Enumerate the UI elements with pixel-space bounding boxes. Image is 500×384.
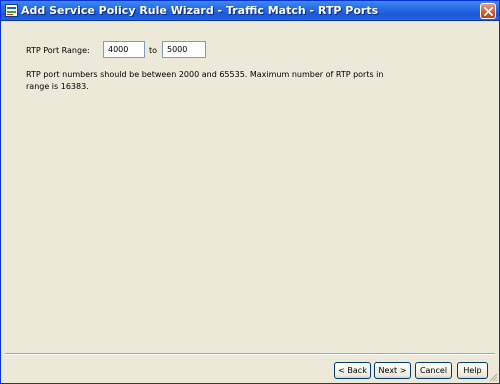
button-divider [5,353,495,355]
close-icon [484,7,493,16]
next-button[interactable]: Next > [374,362,411,379]
wizard-window: Add Service Policy Rule Wizard - Traffic… [0,0,500,384]
app-icon [5,4,18,17]
rtp-start-port-input[interactable]: 4000 [103,41,145,58]
back-button[interactable]: < Back [334,362,371,379]
rtp-range-info-text: RTP port numbers should be between 2000 … [26,70,384,91]
rtp-end-port-input[interactable]: 5000 [162,41,206,58]
resize-grip-icon[interactable] [488,372,498,382]
window-title: Add Service Policy Rule Wizard - Traffic… [21,4,379,17]
rtp-port-range-label: RTP Port Range: [26,46,90,55]
close-button[interactable] [480,3,496,19]
title-bar[interactable]: Add Service Policy Rule Wizard - Traffic… [1,1,499,21]
cancel-button[interactable]: Cancel [415,362,452,379]
help-button[interactable]: Help [457,362,488,379]
to-label: to [149,46,158,55]
